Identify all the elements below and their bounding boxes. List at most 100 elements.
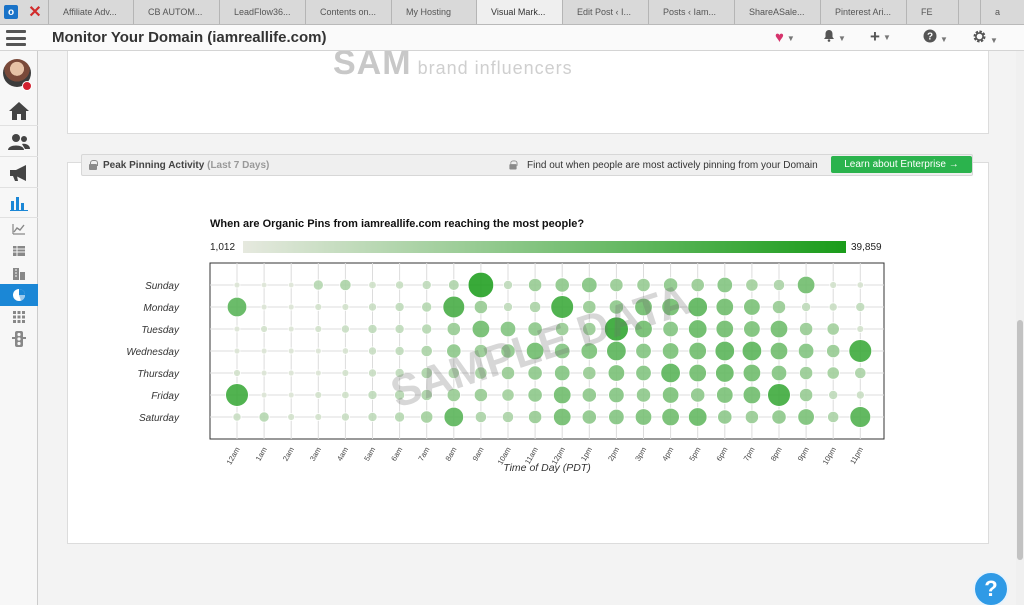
bubble-point[interactable] <box>690 387 706 403</box>
bubble-point[interactable] <box>367 302 377 312</box>
bubble-point[interactable] <box>554 277 570 293</box>
bubble-point[interactable] <box>635 387 652 403</box>
help-button[interactable]: ? <box>973 571 1009 605</box>
bubble-point[interactable] <box>501 410 515 424</box>
bubble-point[interactable] <box>287 369 295 377</box>
bubble-point[interactable] <box>341 369 350 377</box>
bubble-point[interactable] <box>341 303 350 311</box>
scrollbar-thumb[interactable] <box>1017 320 1023 560</box>
bubble-point[interactable] <box>581 409 597 425</box>
bubble-point[interactable] <box>714 340 736 362</box>
bubble-point[interactable] <box>527 409 543 425</box>
bubble-point[interactable] <box>367 389 378 400</box>
bubble-point[interactable] <box>260 369 268 377</box>
bubble-point[interactable] <box>688 363 707 383</box>
bubble-point[interactable] <box>258 411 270 423</box>
bubble-point[interactable] <box>855 301 866 312</box>
bubble-point[interactable] <box>797 342 815 360</box>
bubble-point[interactable] <box>826 366 840 380</box>
bubble-point[interactable] <box>314 391 323 399</box>
bubble-point[interactable] <box>260 325 269 333</box>
bubble-point[interactable] <box>447 279 460 291</box>
bubble-point[interactable] <box>742 363 762 383</box>
bubble-point[interactable] <box>502 301 513 312</box>
bubble-point[interactable] <box>827 410 840 424</box>
bubble-point[interactable] <box>314 347 322 355</box>
bubble-point[interactable] <box>828 302 838 312</box>
bubble-point[interactable] <box>796 275 816 295</box>
bubble-point[interactable] <box>233 281 241 289</box>
bubble-point[interactable] <box>339 278 352 292</box>
bubble-point[interactable] <box>501 388 515 402</box>
bubble-point[interactable] <box>368 280 377 290</box>
bubble-point[interactable] <box>798 365 814 381</box>
bubble-point[interactable] <box>609 277 624 293</box>
bubble-point[interactable] <box>420 410 434 424</box>
bubble-point[interactable] <box>225 383 249 407</box>
bubble-point[interactable] <box>608 386 625 404</box>
bubble-point[interactable] <box>314 303 323 311</box>
bubble-point[interactable] <box>442 295 466 319</box>
bubble-point[interactable] <box>856 281 864 289</box>
bubble-point[interactable] <box>741 340 763 362</box>
bubble-point[interactable] <box>801 301 812 312</box>
bubble-point[interactable] <box>856 325 865 333</box>
bubble-point[interactable] <box>849 406 872 428</box>
bubble-point[interactable] <box>829 281 838 289</box>
bubble-point[interactable] <box>743 320 761 338</box>
bubble-point[interactable] <box>340 324 350 334</box>
bubble-point[interactable] <box>287 303 295 311</box>
bubble-point[interactable] <box>312 279 324 291</box>
bubble-point[interactable] <box>421 301 433 313</box>
bubble-point[interactable] <box>287 347 295 355</box>
bubble-point[interactable] <box>771 409 787 425</box>
bubble-point[interactable] <box>855 390 865 400</box>
bubble-point[interactable] <box>233 325 241 333</box>
bubble-point[interactable] <box>688 341 707 361</box>
bubble-point[interactable] <box>314 369 322 377</box>
bubble-point[interactable] <box>226 296 248 318</box>
bubble-point[interactable] <box>797 408 815 426</box>
bubble-point[interactable] <box>421 279 432 290</box>
bubble-point[interactable] <box>232 412 242 422</box>
bubble-point[interactable] <box>260 281 268 289</box>
bubble-point[interactable] <box>635 364 652 382</box>
bubble-point[interactable] <box>581 387 597 403</box>
bubble-point[interactable] <box>798 321 814 337</box>
bubble-point[interactable] <box>233 369 241 377</box>
bubble-point[interactable] <box>446 321 461 337</box>
bubble-point[interactable] <box>341 347 350 355</box>
bubble-point[interactable] <box>287 325 295 333</box>
bubble-point[interactable] <box>553 407 572 427</box>
bubble-point[interactable] <box>394 301 405 312</box>
bubble-point[interactable] <box>471 319 491 339</box>
bubble-point[interactable] <box>260 347 268 355</box>
bubble-point[interactable] <box>854 366 867 380</box>
bubble-point[interactable] <box>394 345 405 356</box>
bubble-point[interactable] <box>716 386 734 404</box>
bubble-point[interactable] <box>743 298 761 316</box>
bubble-point[interactable] <box>367 323 378 334</box>
bubble-point[interactable] <box>608 408 625 426</box>
bubble-point[interactable] <box>688 407 708 427</box>
bubble-point[interactable] <box>635 342 652 360</box>
bubble-point[interactable] <box>772 278 786 292</box>
bubble-point[interactable] <box>340 412 350 422</box>
bubble-point[interactable] <box>660 362 681 384</box>
bubble-point[interactable] <box>607 364 626 382</box>
bubble-point[interactable] <box>314 325 323 333</box>
bubble-point[interactable] <box>581 276 598 294</box>
bubble-point[interactable] <box>260 303 268 311</box>
bubble-point[interactable] <box>287 391 295 399</box>
bubble-point[interactable] <box>527 277 543 293</box>
bubble-point[interactable] <box>420 344 433 358</box>
bubble-point[interactable] <box>717 409 733 425</box>
bubble-point[interactable] <box>527 387 543 403</box>
bubble-point[interactable] <box>826 343 841 359</box>
bubble-point[interactable] <box>715 363 735 383</box>
bubble-point[interactable] <box>553 385 572 405</box>
bubble-point[interactable] <box>367 368 377 378</box>
bubble-point[interactable] <box>715 319 735 339</box>
bubble-point[interactable] <box>716 276 734 294</box>
bubble-point[interactable] <box>661 342 680 360</box>
